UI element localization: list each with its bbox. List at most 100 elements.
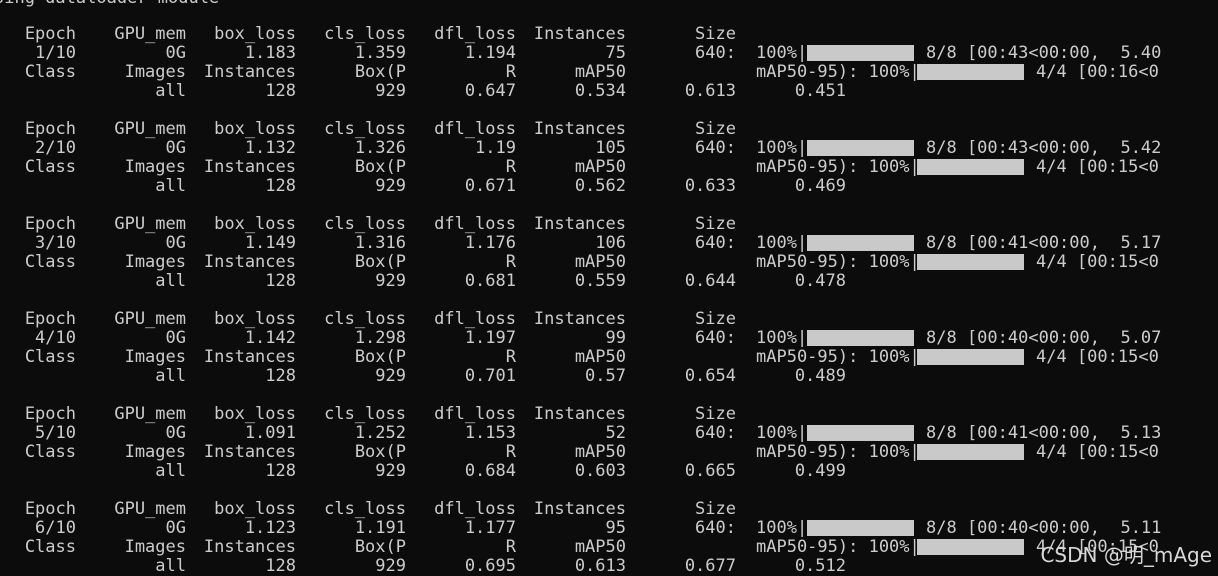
val-progress-tail: 4/4 [00:15<0 — [1036, 158, 1159, 177]
val-value: 0.684 — [465, 462, 516, 481]
train-value: 1.176 — [465, 234, 516, 253]
header-box-loss: box_loss — [214, 310, 296, 329]
val-value: 128 — [265, 462, 296, 481]
train-value: 95 — [606, 519, 626, 538]
train-value: 1.298 — [355, 329, 406, 348]
train-value: 1.132 — [245, 139, 296, 158]
header-instances: Instances — [204, 348, 296, 367]
val-value: 0.469 — [795, 177, 846, 196]
header-cls-loss: cls_loss — [324, 120, 406, 139]
train-value: 2/10 — [35, 139, 76, 158]
header-map50: mAP50 — [575, 158, 626, 177]
header-map50-95: mAP50-95): 100%| — [756, 443, 920, 462]
header-class: Class — [25, 348, 76, 367]
val-value: 0.534 — [575, 82, 626, 101]
header-map50-95: mAP50-95): 100%| — [756, 538, 920, 557]
train-progress-percent: 100%| — [756, 519, 807, 538]
val-value: 929 — [375, 462, 406, 481]
header-box-loss: box_loss — [214, 500, 296, 519]
train-progress-tail: 8/8 [00:41<00:00, 5.13 — [926, 424, 1161, 443]
header-dfl-loss: dfl_loss — [434, 405, 516, 424]
val-value: 0.695 — [465, 557, 516, 576]
train-value: 1.252 — [355, 424, 406, 443]
header-gpu-mem: GPU_mem — [114, 500, 186, 519]
header-r: R — [506, 63, 516, 82]
train-progress-tail: 8/8 [00:40<00:00, 5.11 — [926, 519, 1161, 538]
header-box-loss: box_loss — [214, 120, 296, 139]
header-r: R — [506, 253, 516, 272]
header-cls-loss: cls_loss — [324, 310, 406, 329]
val-value: 0.671 — [465, 177, 516, 196]
val-value: 128 — [265, 177, 296, 196]
val-value: 929 — [375, 557, 406, 576]
val-value: all — [155, 272, 186, 291]
header-map50: mAP50 — [575, 253, 626, 272]
val-value: 0.681 — [465, 272, 516, 291]
header-dfl-loss: dfl_loss — [434, 25, 516, 44]
header-cls-loss: cls_loss — [324, 500, 406, 519]
header-instances: Instances — [534, 405, 626, 424]
header-box-p: Box(P — [355, 348, 406, 367]
train-value: 5/10 — [35, 424, 76, 443]
header-class: Class — [25, 538, 76, 557]
header-class: Class — [25, 443, 76, 462]
train-progress-tail: 8/8 [00:41<00:00, 5.17 — [926, 234, 1161, 253]
val-value: 128 — [265, 557, 296, 576]
header-class: Class — [25, 253, 76, 272]
header-gpu-mem: GPU_mem — [114, 215, 186, 234]
train-value: 0G — [166, 44, 186, 63]
header-dfl-loss: dfl_loss — [434, 120, 516, 139]
train-value: 106 — [595, 234, 626, 253]
train-value: 640: — [695, 234, 736, 253]
val-value: 0.499 — [795, 462, 846, 481]
val-value: 0.559 — [575, 272, 626, 291]
header-instances: Instances — [204, 158, 296, 177]
header-gpu-mem: GPU_mem — [114, 405, 186, 424]
train-progress-bar — [807, 330, 914, 346]
header-dfl-loss: dfl_loss — [434, 215, 516, 234]
train-value: 1.153 — [465, 424, 516, 443]
header-dfl-loss: dfl_loss — [434, 310, 516, 329]
val-progress-tail: 4/4 [00:16<0 — [1036, 63, 1159, 82]
train-progress-tail: 8/8 [00:43<00:00, 5.40 — [926, 44, 1161, 63]
header-size: Size — [695, 310, 736, 329]
header-r: R — [506, 443, 516, 462]
header-cls-loss: cls_loss — [324, 405, 406, 424]
header-map50-95: mAP50-95): 100%| — [756, 348, 920, 367]
header-box-loss: box_loss — [214, 25, 296, 44]
header-instances: Instances — [204, 538, 296, 557]
header-size: Size — [695, 500, 736, 519]
train-value: 4/10 — [35, 329, 76, 348]
header-epoch: Epoch — [25, 25, 76, 44]
val-value: 0.478 — [795, 272, 846, 291]
header-images: Images — [125, 63, 186, 82]
val-value: 0.633 — [685, 177, 736, 196]
val-value: 128 — [265, 272, 296, 291]
train-value: 640: — [695, 139, 736, 158]
val-value: 929 — [375, 272, 406, 291]
train-progress-bar — [807, 425, 914, 441]
header-box-loss: box_loss — [214, 215, 296, 234]
header-map50: mAP50 — [575, 63, 626, 82]
train-progress-percent: 100%| — [756, 139, 807, 158]
train-value: 1.091 — [245, 424, 296, 443]
header-instances: Instances — [534, 120, 626, 139]
train-value: 1.149 — [245, 234, 296, 253]
val-value: all — [155, 367, 186, 386]
val-value: 0.613 — [575, 557, 626, 576]
header-gpu-mem: GPU_mem — [114, 120, 186, 139]
val-progress-bar — [917, 64, 1024, 80]
train-value: 1.177 — [465, 519, 516, 538]
header-size: Size — [695, 25, 736, 44]
header-box-p: Box(P — [355, 443, 406, 462]
header-gpu-mem: GPU_mem — [114, 310, 186, 329]
header-images: Images — [125, 253, 186, 272]
val-value: 0.451 — [795, 82, 846, 101]
val-value: 0.647 — [465, 82, 516, 101]
val-value: 0.613 — [685, 82, 736, 101]
train-value: 1.316 — [355, 234, 406, 253]
train-value: 0G — [166, 329, 186, 348]
val-value: 0.654 — [685, 367, 736, 386]
train-progress-percent: 100%| — [756, 234, 807, 253]
header-cls-loss: cls_loss — [324, 215, 406, 234]
